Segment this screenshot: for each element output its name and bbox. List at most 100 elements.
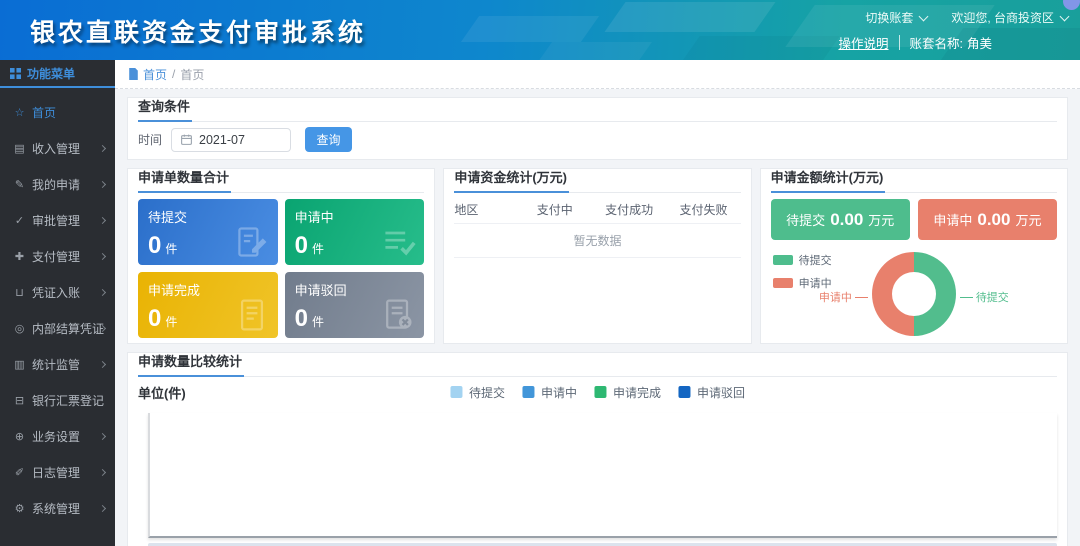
header-decoration (604, 2, 775, 32)
header-decoration (461, 16, 599, 42)
legend-item[interactable]: 申请完成 (594, 384, 661, 401)
empty-data-text: 暂无数据 (454, 224, 740, 258)
doc-edit-icon (234, 224, 270, 260)
legend-swatch (773, 278, 793, 288)
column-header: 地区 (454, 201, 517, 218)
chevron-right-icon (99, 216, 106, 223)
menu-grid-icon (10, 68, 21, 79)
column-header: 支付失败 (666, 201, 740, 218)
account-name-label: 账套名称: (910, 33, 963, 52)
month-picker-value: 2021-07 (199, 133, 245, 147)
app-title: 银农直联资金支付审批系统 (30, 13, 366, 49)
app-header: 银农直联资金支付审批系统 切换账套 欢迎您, 台商投资区 操作说明 账套名称: … (0, 0, 1080, 60)
switch-account-link[interactable]: 切换账套 (865, 9, 913, 26)
plus-cross-icon: ✚ (12, 250, 27, 263)
sidebar-item-label: 收入管理 (32, 140, 80, 157)
check-icon: ✓ (12, 214, 27, 227)
sidebar-item-label: 日志管理 (32, 464, 80, 481)
home-star-icon: ☆ (12, 106, 27, 119)
bar-chart-legend: 待提交 申请中 申请完成 申请驳回 (450, 384, 745, 401)
doc-reject-icon (380, 297, 416, 333)
column-header: 支付成功 (592, 201, 666, 218)
chevron-right-icon (99, 468, 106, 475)
callout-line (855, 297, 868, 298)
document-icon (128, 68, 139, 80)
funds-statistics-panel: 申请资金统计(万元) 地区 支付中 支付成功 支付失败 暂无数据 (443, 168, 751, 344)
operation-guide-link[interactable]: 操作说明 (838, 33, 888, 52)
sidebar-item-label: 我的申请 (32, 176, 80, 193)
application-count-title: 申请单数量合计 (138, 168, 231, 193)
sidebar-item-voucher-entry[interactable]: ⊔ 凭证入账 (0, 274, 115, 310)
sidebar-item-internal-settlement-voucher[interactable]: ◎ 内部结算凭证 (0, 310, 115, 346)
legend-item[interactable]: 申请驳回 (678, 384, 745, 401)
legend-swatch (450, 386, 462, 398)
chevron-right-icon (99, 144, 106, 151)
sidebar-item-payment-mgmt[interactable]: ✚ 支付管理 (0, 238, 115, 274)
application-count-panel: 申请单数量合计 待提交 0件 申请中 0件 申请完成 0件 (127, 168, 435, 344)
sidebar-item-home[interactable]: ☆ 首页 (0, 94, 115, 130)
bar-chart-icon: ▥ (12, 358, 27, 371)
chevron-right-icon (99, 360, 106, 367)
doc-lines-icon (234, 297, 270, 333)
month-picker-input[interactable]: 2021-07 (171, 128, 291, 152)
log-pencil-icon: ✐ (12, 466, 27, 479)
comparison-chart-panel: 申请数量比较统计 单位(件) 待提交 申请中 申请完成 (127, 352, 1068, 546)
stat-value: 0 (295, 232, 308, 259)
stat-card-rejected[interactable]: 申请驳回 0件 (285, 272, 425, 338)
sidebar-item-system-mgmt[interactable]: ⚙ 系统管理 (0, 490, 115, 526)
badge-in-progress-amount: 申请中 0.00 万元 (918, 199, 1057, 240)
stat-value: 0 (148, 305, 161, 332)
sidebar-item-label: 支付管理 (32, 248, 80, 265)
sidebar-item-business-settings[interactable]: ⊕ 业务设置 (0, 418, 115, 454)
card-icon: ⊟ (12, 394, 27, 407)
header-divider (899, 35, 900, 50)
sidebar: 功能菜单 ☆ 首页 ▤ 收入管理 ✎ 我的申请 ✓ 审批管理 ✚ 支付管理 ⊔ (0, 60, 115, 546)
callout-line (960, 297, 973, 298)
link-icon: ⊕ (12, 430, 27, 443)
chevron-down-icon[interactable] (1060, 11, 1070, 21)
chevron-right-icon (99, 180, 106, 187)
stat-value: 0 (148, 232, 161, 259)
legend-swatch (678, 386, 690, 398)
legend-item[interactable]: 申请中 (522, 384, 577, 401)
chevron-down-icon[interactable] (919, 11, 929, 21)
sidebar-item-income-mgmt[interactable]: ▤ 收入管理 (0, 130, 115, 166)
chevron-right-icon (99, 288, 106, 295)
main-content: 首页 / 首页 查询条件 时间 2021-07 查询 申 (115, 60, 1080, 546)
stat-card-in-progress[interactable]: 申请中 0件 (285, 199, 425, 265)
sidebar-item-label: 审批管理 (32, 212, 80, 229)
sidebar-item-label: 业务设置 (32, 428, 80, 445)
sidebar-item-stats-supervision[interactable]: ▥ 统计监管 (0, 346, 115, 382)
sidebar-item-my-applications[interactable]: ✎ 我的申请 (0, 166, 115, 202)
funds-table-header: 地区 支付中 支付成功 支付失败 (454, 193, 740, 224)
breadcrumb-home-link[interactable]: 首页 (128, 66, 167, 83)
sidebar-item-approval-mgmt[interactable]: ✓ 审批管理 (0, 202, 115, 238)
legend-swatch (594, 386, 606, 398)
header-decoration (538, 42, 652, 60)
sidebar-item-bank-draft-register[interactable]: ⊟ 银行汇票登记 (0, 382, 115, 418)
chevron-right-icon (99, 504, 106, 511)
legend-item[interactable]: 待提交 (450, 384, 505, 401)
legend-swatch (522, 386, 534, 398)
list-check-icon (380, 224, 416, 260)
stat-card-pending-submit[interactable]: 待提交 0件 (138, 199, 278, 265)
chevron-right-icon (99, 432, 106, 439)
donut-callout-right: 待提交 (960, 289, 1009, 305)
sidebar-item-label: 统计监管 (32, 356, 80, 373)
sidebar-menu-header: 功能菜单 (0, 60, 115, 88)
badge-pending-submit-amount: 待提交 0.00 万元 (771, 199, 910, 240)
sidebar-item-label: 银行汇票登记 (32, 392, 104, 409)
sidebar-item-label: 凭证入账 (32, 284, 80, 301)
stat-card-completed[interactable]: 申请完成 0件 (138, 272, 278, 338)
donut-callout-left: 申请中 (819, 289, 868, 305)
query-panel: 查询条件 时间 2021-07 查询 (127, 97, 1068, 160)
bar-chart-plot-area (148, 413, 1057, 538)
breadcrumb: 首页 / 首页 (115, 60, 1080, 89)
column-header: 支付中 (518, 201, 592, 218)
breadcrumb-separator: / (172, 67, 175, 81)
sidebar-item-log-mgmt[interactable]: ✐ 日志管理 (0, 454, 115, 490)
search-button[interactable]: 查询 (305, 127, 352, 152)
welcome-user-text[interactable]: 欢迎您, 台商投资区 (951, 9, 1054, 26)
breadcrumb-current: 首页 (180, 66, 204, 83)
legend-item[interactable]: 待提交 (773, 252, 832, 268)
